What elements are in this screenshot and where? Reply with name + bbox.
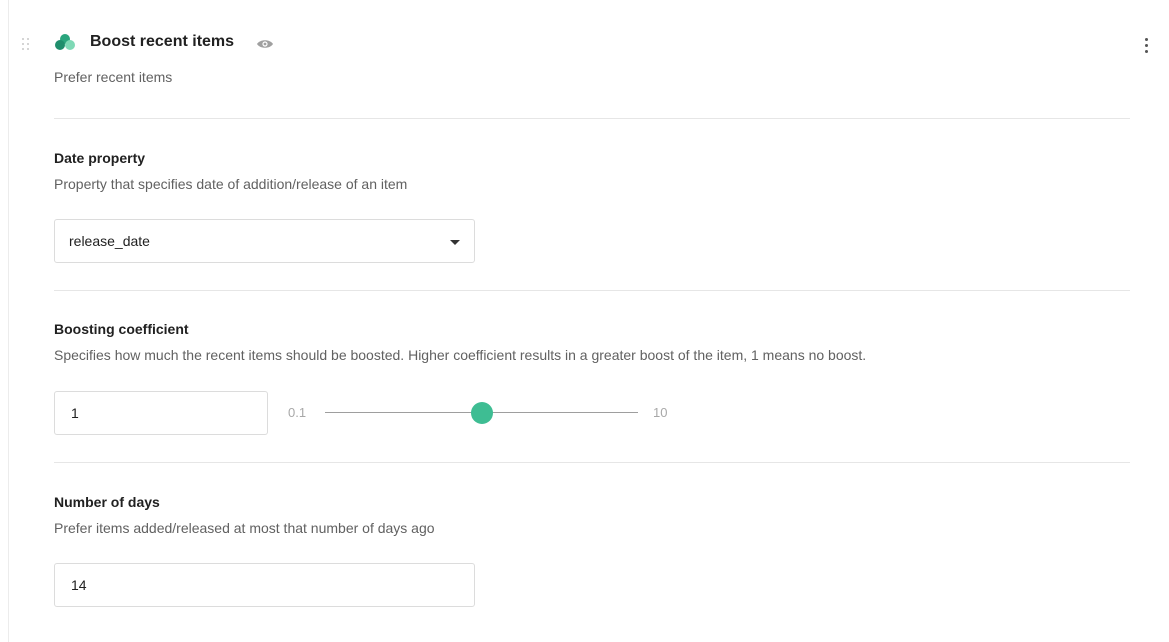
date-property-description: Property that specifies date of addition…: [54, 176, 408, 192]
divider: [54, 118, 1130, 119]
more-vertical-icon[interactable]: [1139, 36, 1153, 56]
boosting-coefficient-input[interactable]: [54, 391, 268, 435]
logo-icon: [55, 34, 75, 50]
date-property-title: Date property: [54, 150, 146, 166]
date-property-select[interactable]: release_date: [54, 219, 475, 263]
block-title: Boost recent items: [90, 33, 235, 50]
boosting-coefficient-slider-thumb[interactable]: [470, 402, 493, 424]
divider: [54, 290, 1130, 291]
eye-icon[interactable]: [256, 38, 274, 50]
slider-max-label: 10: [653, 405, 668, 420]
number-of-days-input[interactable]: [54, 563, 475, 607]
drag-handle-icon[interactable]: [22, 38, 32, 52]
date-property-selected-value: release_date: [69, 233, 150, 249]
slider-min-label: 0.1: [288, 405, 307, 420]
boosting-coefficient-title: Boosting coefficient: [54, 321, 189, 337]
block-subtitle: Prefer recent items: [54, 69, 173, 85]
divider: [54, 462, 1130, 463]
chevron-down-icon: [450, 240, 460, 245]
number-of-days-title: Number of days: [54, 494, 160, 510]
number-of-days-description: Prefer items added/released at most that…: [54, 520, 435, 536]
boosting-coefficient-description: Specifies how much the recent items shou…: [54, 347, 867, 363]
